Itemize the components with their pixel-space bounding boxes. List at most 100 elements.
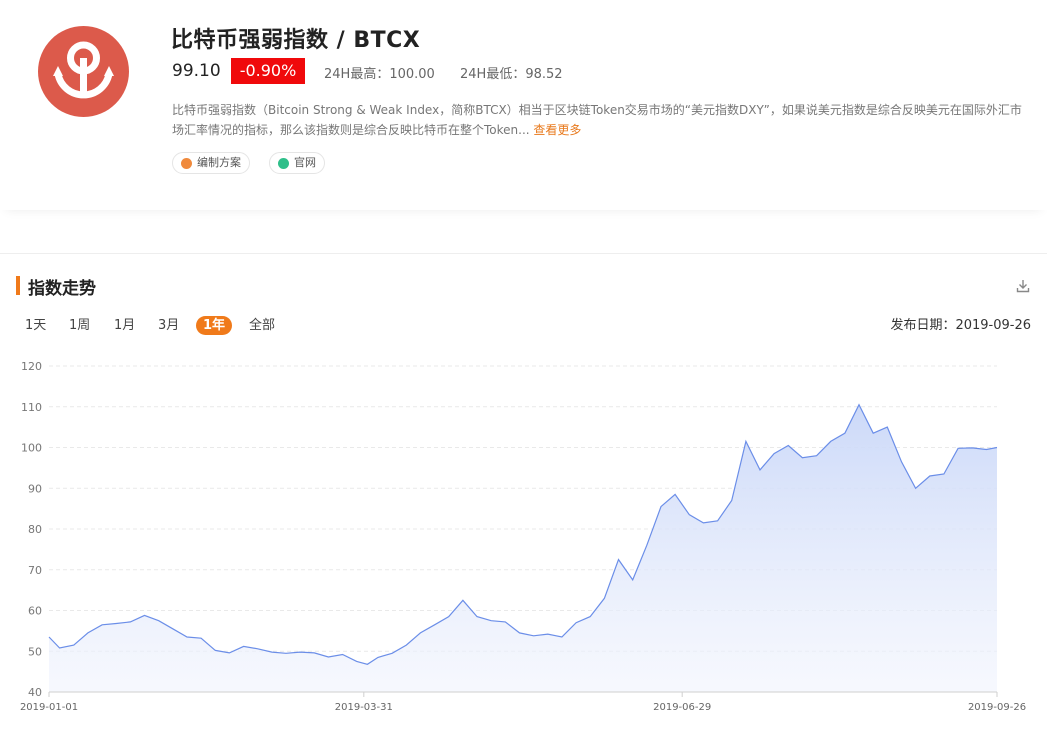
data-point	[759, 469, 761, 471]
data-point	[985, 448, 987, 450]
y-tick-label: 40	[28, 686, 42, 699]
data-point	[561, 636, 563, 638]
data-point	[271, 651, 273, 653]
data-point	[405, 644, 407, 646]
data-point	[589, 615, 591, 617]
data-point	[504, 621, 506, 623]
index-trend-chart: 40 50 60 70 80 90 100 110 120 2019-01-01 2019-03-3…	[20, 360, 1026, 713]
data-point	[462, 599, 464, 601]
section-accent-bar	[16, 276, 20, 295]
data-point	[58, 647, 60, 649]
data-point	[646, 544, 648, 546]
methodology-tag[interactable]: 编制方案	[172, 152, 250, 174]
data-point	[257, 648, 259, 650]
data-point	[688, 514, 690, 516]
document-icon	[181, 158, 192, 169]
data-point	[157, 619, 159, 621]
data-point	[660, 505, 662, 507]
data-point	[929, 475, 931, 477]
index-header: 比特币强弱指数 / BTCX 99.10 -0.90% 24H最高：100.00…	[0, 0, 1047, 210]
index-title: 比特币强弱指数 / BTCX	[171, 28, 421, 53]
y-tick-label: 100	[21, 442, 42, 455]
data-point	[872, 432, 874, 434]
tab-1y[interactable]: 1年	[196, 316, 233, 335]
globe-icon	[278, 158, 289, 169]
data-point	[830, 440, 832, 442]
data-point	[242, 645, 244, 647]
data-point	[285, 652, 287, 654]
data-point	[858, 404, 860, 406]
data-point	[674, 493, 676, 495]
data-point	[773, 452, 775, 454]
data-point	[48, 636, 50, 638]
y-tick-label: 70	[28, 564, 42, 577]
data-point	[914, 487, 916, 489]
data-point	[745, 440, 747, 442]
y-tick-label: 80	[28, 523, 42, 536]
section-divider	[0, 253, 1047, 254]
tab-1d[interactable]: 1天	[25, 316, 46, 335]
index-description: 比特币强弱指数（Bitcoin Strong & Weak Index，简称BT…	[172, 100, 1024, 140]
data-point	[433, 624, 435, 626]
data-point	[518, 632, 520, 634]
data-point	[631, 579, 633, 581]
data-point	[129, 621, 131, 623]
official-site-tag-label: 官网	[294, 156, 316, 169]
official-site-tag[interactable]: 官网	[269, 152, 325, 174]
read-more-link[interactable]: 查看更多	[533, 123, 581, 137]
download-icon[interactable]	[1015, 278, 1031, 294]
description-text: 比特币强弱指数（Bitcoin Strong & Weak Index，简称BT…	[172, 103, 1022, 137]
methodology-tag-label: 编制方案	[197, 156, 241, 169]
section-title: 指数走势	[28, 279, 96, 299]
data-point	[886, 426, 888, 428]
data-point	[716, 520, 718, 522]
data-point	[476, 615, 478, 617]
data-point	[172, 628, 174, 630]
data-point	[957, 447, 959, 449]
price-change-badge: -0.90%	[231, 58, 305, 84]
data-point	[603, 597, 605, 599]
data-point	[702, 522, 704, 524]
data-point	[327, 656, 329, 658]
data-point	[617, 558, 619, 560]
data-point	[547, 633, 549, 635]
low-24h: 24H最低：98.52	[460, 67, 563, 82]
x-tick-label: 2019-03-31	[335, 702, 393, 713]
btcx-logo	[38, 26, 129, 117]
y-tick-label: 120	[21, 360, 42, 373]
data-point	[996, 446, 998, 448]
tab-all[interactable]: 全部	[249, 316, 275, 335]
tab-1m[interactable]: 1月	[114, 316, 135, 335]
data-point	[200, 637, 202, 639]
data-point	[391, 652, 393, 654]
data-point	[801, 456, 803, 458]
publish-date: 发布日期：2019-09-26	[890, 318, 1031, 333]
data-point	[299, 651, 301, 653]
data-point	[787, 444, 789, 446]
y-tick-label: 90	[28, 482, 42, 495]
data-point	[900, 461, 902, 463]
data-point	[73, 644, 75, 646]
x-tick-label: 2019-09-26	[968, 702, 1026, 713]
data-point	[971, 447, 973, 449]
data-point	[490, 619, 492, 621]
data-point	[815, 454, 817, 456]
data-point	[575, 622, 577, 624]
tab-1w[interactable]: 1周	[69, 316, 90, 335]
data-point	[844, 432, 846, 434]
data-point	[356, 660, 358, 662]
data-point	[101, 624, 103, 626]
x-tick-label: 2019-06-29	[653, 702, 711, 713]
data-point	[186, 636, 188, 638]
y-tick-label: 50	[28, 645, 42, 658]
data-point	[731, 499, 733, 501]
data-point	[532, 635, 534, 637]
data-point	[341, 653, 343, 655]
data-point	[313, 652, 315, 654]
high-24h: 24H最高：100.00	[324, 67, 435, 82]
data-point	[214, 649, 216, 651]
data-point	[448, 615, 450, 617]
y-tick-label: 110	[21, 401, 42, 414]
data-point	[143, 614, 145, 616]
tab-3m[interactable]: 3月	[158, 316, 179, 335]
